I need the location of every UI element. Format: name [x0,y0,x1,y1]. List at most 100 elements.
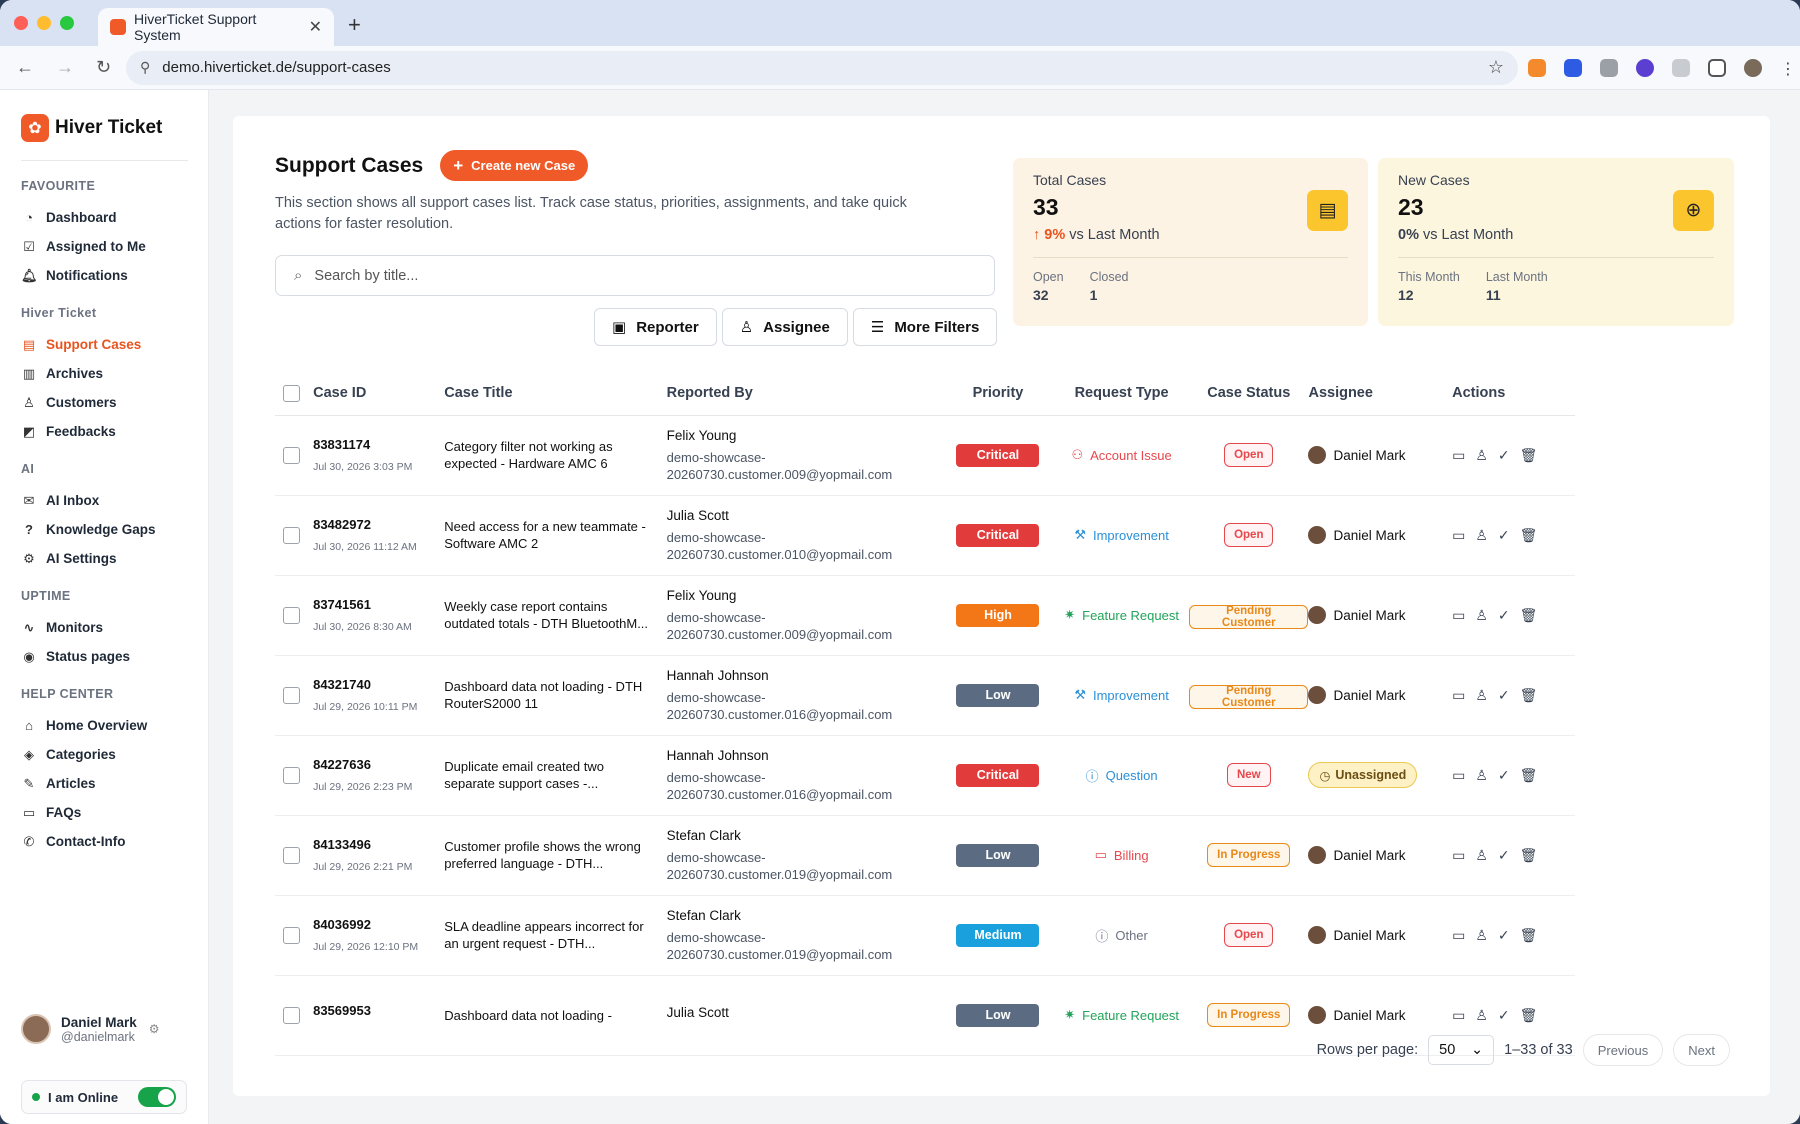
sidebar-item-ai-settings[interactable]: ⚙ AI Settings [21,544,188,573]
comments-icon[interactable]: ▭ [1452,767,1465,784]
case-title[interactable]: Dashboard data not loading - [444,1007,654,1024]
assign-user-icon[interactable]: ♙ [1475,527,1488,544]
assignee[interactable]: Daniel Mark [1308,526,1452,544]
resolve-check-icon[interactable]: ✓ [1498,767,1510,784]
sidebar-item-home-overview[interactable]: ⌂ Home Overview [21,711,188,740]
table-row[interactable]: 83741561 Jul 30, 2026 8:30 AM Weekly case … [275,575,1575,656]
table-row[interactable]: 84133496 Jul 29, 2026 2:21 PM Customer pro… [275,815,1575,896]
comments-icon[interactable]: ▭ [1452,847,1465,864]
assign-user-icon[interactable]: ♙ [1475,927,1488,944]
online-toggle[interactable] [138,1087,176,1107]
previous-page-button[interactable]: Previous [1582,1034,1664,1066]
table-row[interactable]: 84321740 Jul 29, 2026 10:11 PM Dashboard d… [275,655,1575,736]
case-id[interactable]: 84321740 [313,677,444,692]
assign-user-icon[interactable]: ♙ [1475,607,1488,624]
assign-user-icon[interactable]: ♙ [1475,687,1488,704]
sidebar-item-monitors[interactable]: ∿ Monitors [21,613,188,642]
settings-gear-icon[interactable]: ⚙ [149,1022,160,1036]
assignee[interactable]: Daniel Mark [1308,446,1452,464]
site-info-icon[interactable]: ⚲ [140,59,150,76]
sidebar-item-status-pages[interactable]: ◉ Status pages [21,642,188,671]
sidebar-item-contact-info[interactable]: ✆ Contact-Info [21,827,188,856]
comments-icon[interactable]: ▭ [1452,447,1465,464]
case-title[interactable]: Dashboard data not loading - DTH RouterS… [444,678,654,712]
user-profile[interactable]: Daniel Mark @danielmark ⚙ [21,1014,160,1044]
resolve-check-icon[interactable]: ✓ [1498,847,1510,864]
reporter-filter-button[interactable]: ▣ Reporter [594,308,717,346]
row-checkbox[interactable] [283,766,300,784]
next-page-button[interactable]: Next [1673,1034,1730,1066]
case-id[interactable]: 84227636 [313,757,444,772]
unassigned-badge[interactable]: ◷ Unassigned [1308,762,1418,788]
assignee[interactable]: Daniel Mark [1308,686,1452,704]
delete-trash-icon[interactable]: 🗑︎ [1520,447,1538,464]
vpn-extension-icon[interactable] [1636,58,1654,77]
resolve-check-icon[interactable]: ✓ [1498,607,1510,624]
assignee[interactable]: Daniel Mark [1308,1006,1452,1024]
sidebar-item-feedbacks[interactable]: ◩ Feedbacks [21,417,188,446]
sidebar-item-archives[interactable]: ▥ Archives [21,359,188,388]
comments-icon[interactable]: ▭ [1452,687,1465,704]
assign-user-icon[interactable]: ♙ [1475,847,1488,864]
case-title[interactable]: Category filter not working as expected … [444,438,654,472]
delete-trash-icon[interactable]: 🗑︎ [1520,607,1538,624]
row-checkbox[interactable] [283,686,300,704]
brand[interactable]: ✿ Hiver Ticket [21,114,188,161]
case-id[interactable]: 84036992 [313,917,444,932]
case-title[interactable]: Need access for a new teammate - Softwar… [444,518,654,552]
case-id[interactable]: 83569953 [313,1003,444,1018]
puzzle-icon[interactable] [1708,58,1726,77]
comments-icon[interactable]: ▭ [1452,607,1465,624]
case-title[interactable]: Duplicate email created two separate sup… [444,758,654,792]
row-checkbox[interactable] [283,606,300,624]
delete-trash-icon[interactable]: 🗑︎ [1520,927,1538,944]
maximize-window-button[interactable] [60,16,74,30]
resolve-check-icon[interactable]: ✓ [1498,447,1510,464]
case-id[interactable]: 83831174 [313,437,444,452]
browser-menu-icon[interactable]: ⋮ [1780,59,1796,78]
row-checkbox[interactable] [283,926,300,944]
sidebar-item-categories[interactable]: ◈ Categories [21,740,188,769]
new-tab-icon[interactable]: + [348,12,361,38]
sidebar-item-customers[interactable]: ♙ Customers [21,388,188,417]
resolve-check-icon[interactable]: ✓ [1498,1007,1510,1024]
table-row[interactable]: 83831174 Jul 30, 2026 3:03 PM Category fil… [275,415,1575,496]
search-input[interactable]: ⌕ Search by title... [275,255,995,296]
sidebar-item-assigned-to-me[interactable]: ☑ Assigned to Me [21,232,188,261]
comments-icon[interactable]: ▭ [1452,527,1465,544]
table-row[interactable]: 84036992 Jul 29, 2026 12:10 PM SLA deadlin… [275,895,1575,976]
sidebar-item-support-cases[interactable]: ▤ Support Cases [21,330,188,359]
profile-avatar[interactable] [1744,58,1762,77]
case-id[interactable]: 83741561 [313,597,444,612]
table-row[interactable]: 84227636 Jul 29, 2026 2:23 PM Duplicate em… [275,735,1575,816]
delete-trash-icon[interactable]: 🗑︎ [1520,687,1538,704]
password-manager-icon[interactable] [1564,58,1582,77]
delete-trash-icon[interactable]: 🗑︎ [1520,527,1538,544]
case-title[interactable]: Customer profile shows the wrong preferr… [444,838,654,872]
assign-user-icon[interactable]: ♙ [1475,447,1488,464]
resolve-check-icon[interactable]: ✓ [1498,927,1510,944]
extension-icon[interactable] [1672,58,1690,77]
case-title[interactable]: SLA deadline appears incorrect for an ur… [444,918,654,952]
delete-trash-icon[interactable]: 🗑︎ [1520,847,1538,864]
resolve-check-icon[interactable]: ✓ [1498,687,1510,704]
table-row[interactable]: 83482972 Jul 30, 2026 11:12 AM Need access… [275,495,1575,576]
forward-arrow-icon[interactable]: → [56,57,74,78]
assignee[interactable]: Daniel Mark [1308,926,1452,944]
address-bar[interactable]: ⚲ demo.hiverticket.de/support-cases ☆ [126,50,1518,85]
assignee[interactable]: Daniel Mark [1308,606,1452,624]
back-arrow-icon[interactable]: ← [16,57,34,78]
create-case-button[interactable]: + Create new Case [440,150,589,181]
rows-per-page-select[interactable]: 50 ⌄ [1428,1035,1495,1065]
sidebar-item-notifications[interactable]: 🔔︎ Notifications [21,261,188,290]
sidebar-item-knowledge-gaps[interactable]: ? Knowledge Gaps [21,515,188,544]
resolve-check-icon[interactable]: ✓ [1498,527,1510,544]
sidebar-item-ai-inbox[interactable]: ✉ AI Inbox [21,486,188,515]
delete-trash-icon[interactable]: 🗑︎ [1520,767,1538,784]
case-id[interactable]: 83482972 [313,517,444,532]
reload-icon[interactable]: ↻ [96,57,111,78]
assignee[interactable]: Daniel Mark [1308,846,1452,864]
extension-icon[interactable] [1528,58,1546,77]
bookmark-star-icon[interactable]: ☆ [1488,57,1504,78]
assign-user-icon[interactable]: ♙ [1475,767,1488,784]
